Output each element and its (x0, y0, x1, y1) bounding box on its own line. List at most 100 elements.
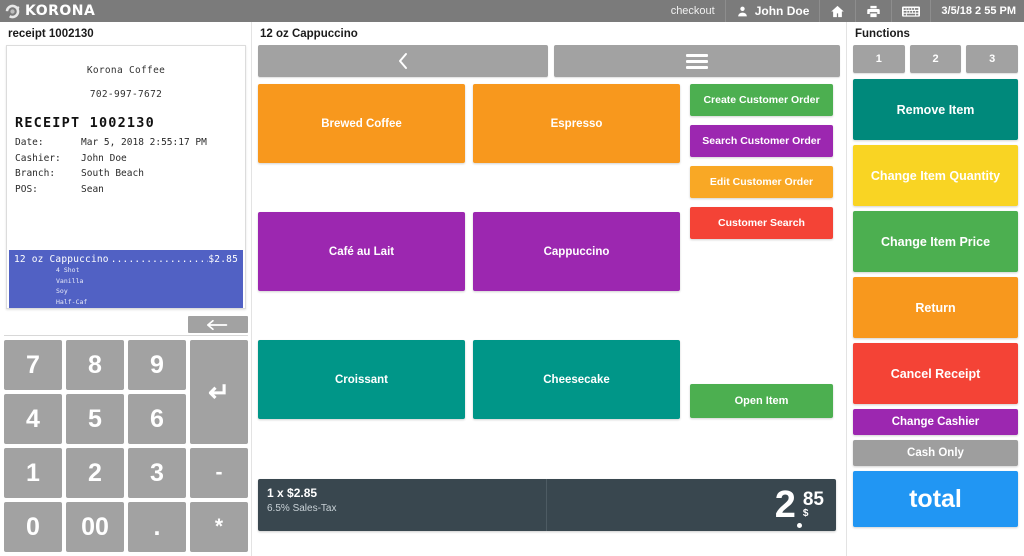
price-currency: $ (802, 508, 809, 519)
tax-line: 6.5% Sales-Tax (267, 503, 337, 514)
receipt-phone: 702-997-7672 (89, 89, 163, 100)
receipt-line-modifier: Half-Caf (56, 297, 88, 306)
cancel-receipt-button[interactable]: Cancel Receipt (853, 343, 1018, 404)
price-display: 2 85 $ (775, 479, 836, 531)
receipt-line-dots: ................. (110, 254, 209, 265)
key-3[interactable]: 3 (128, 448, 186, 498)
user-icon (736, 5, 749, 18)
receipt-header: Korona Coffee 702-997-7672 (7, 46, 245, 100)
numeric-keypad: 7 8 9 ↵ 4 5 6 1 2 3 - 0 00 . * (0, 316, 252, 552)
product-row: Brewed Coffee Espresso (258, 84, 680, 163)
product-row: Croissant Cheesecake (258, 340, 680, 419)
top-bar-actions: checkout John Doe 3/5/18 2 55 PM (661, 0, 1024, 22)
product-tile-espresso[interactable]: Espresso (473, 84, 680, 163)
receipt-column: receipt 1002130 Korona Coffee 702-997-76… (0, 22, 252, 556)
key-decimal[interactable]: . (128, 502, 186, 552)
product-tile-croissant[interactable]: Croissant (258, 340, 465, 419)
home-button[interactable] (819, 0, 855, 22)
datetime-display: 3/5/18 2 55 PM (930, 0, 1024, 22)
product-row: Café au Lait Cappuccino (258, 212, 680, 291)
key-8[interactable]: 8 (66, 340, 124, 390)
key-4[interactable]: 4 (4, 394, 62, 444)
keypad-backspace-button[interactable] (188, 316, 248, 333)
back-button[interactable] (258, 45, 548, 77)
brand: KORONA (0, 3, 95, 20)
key-6[interactable]: 6 (128, 394, 186, 444)
keyboard-button[interactable] (891, 0, 930, 22)
key-minus[interactable]: - (190, 448, 248, 498)
customer-search-button[interactable]: Customer Search (690, 207, 833, 239)
receipt-store-name: Korona Coffee (86, 65, 166, 76)
product-tile-cafe-au-lait[interactable]: Café au Lait (258, 212, 465, 291)
product-tile-cappuccino[interactable]: Cappuccino (473, 212, 680, 291)
receipt-line-name: 12 oz Cappuccino (14, 254, 109, 265)
change-item-quantity-button[interactable]: Change Item Quantity (853, 145, 1018, 206)
hamburger-menu-icon (686, 53, 708, 69)
key-0[interactable]: 0 (4, 502, 62, 552)
receipt-meta-key: Date: (15, 137, 44, 148)
chevron-left-icon (399, 53, 407, 69)
return-button[interactable]: Return (853, 277, 1018, 338)
key-5[interactable]: 5 (66, 394, 124, 444)
printer-icon (866, 4, 881, 19)
product-tile-cheesecake[interactable]: Cheesecake (473, 340, 680, 419)
home-icon (830, 4, 845, 19)
user-name: John Doe (754, 4, 810, 18)
receipt-meta-key: Branch: (15, 168, 56, 179)
product-tile-brewed-coffee[interactable]: Brewed Coffee (258, 84, 465, 163)
receipt-line-item-selected[interactable]: 12 oz Cappuccino ................. $2.85… (9, 250, 243, 308)
receipt-meta-value: Mar 5, 2018 2:55:17 PM (81, 137, 207, 148)
key-1[interactable]: 1 (4, 448, 62, 498)
open-item-button[interactable]: Open Item (690, 384, 833, 418)
customer-actions: Create Customer Order Search Customer Or… (690, 84, 840, 248)
key-double-zero[interactable]: 00 (66, 502, 124, 552)
receipt-meta: Date: Mar 5, 2018 2:55:17 PM Cashier: Jo… (15, 135, 245, 197)
functions-tab-2[interactable]: 2 (909, 45, 962, 73)
price-integer: 2 (774, 484, 796, 526)
receipt-meta-value: Sean (81, 183, 104, 195)
receipt-meta-row: POS: Sean (15, 182, 245, 198)
keypad-top-row (0, 316, 252, 335)
key-9[interactable]: 9 (128, 340, 186, 390)
total-bar-left: 1 x $2.85 6.5% Sales-Tax (258, 479, 546, 531)
key-enter[interactable]: ↵ (190, 340, 248, 444)
center-nav-bar (252, 45, 846, 77)
functions-tab-1[interactable]: 1 (853, 45, 905, 73)
change-cashier-button[interactable]: Change Cashier (853, 409, 1018, 435)
menu-button[interactable] (554, 45, 840, 77)
receipt-panel-title: receipt 1002130 (8, 28, 94, 40)
keypad-grid: 7 8 9 ↵ 4 5 6 1 2 3 - 0 00 . * (0, 340, 252, 552)
create-customer-order-button[interactable]: Create Customer Order (690, 84, 833, 116)
edit-customer-order-button[interactable]: Edit Customer Order (690, 166, 833, 198)
korona-swirl-logo (5, 4, 20, 18)
receipt-meta-key: POS: (15, 183, 38, 195)
arrow-left-icon (207, 319, 228, 330)
price-stack: 85 $ (802, 490, 824, 519)
receipt-meta-row: Date: Mar 5, 2018 2:55:17 PM (15, 135, 245, 151)
receipt-line-main: 12 oz Cappuccino ................. $2.85 (14, 254, 238, 265)
receipt-meta-key: Cashier: (15, 152, 61, 164)
total-button[interactable]: total (853, 471, 1018, 527)
receipt-line-modifier: Vanilla (56, 276, 84, 285)
key-asterisk[interactable]: * (190, 502, 248, 552)
receipt-meta-row: Cashier: John Doe (15, 151, 245, 167)
brand-name: KORONA (25, 3, 96, 19)
remove-item-button[interactable]: Remove Item (853, 79, 1018, 140)
keypad-divider (4, 335, 248, 336)
print-button[interactable] (855, 0, 891, 22)
cash-only-button[interactable]: Cash Only (853, 440, 1018, 466)
change-item-price-button[interactable]: Change Item Price (853, 211, 1018, 272)
receipt-total-bar: 1 x $2.85 6.5% Sales-Tax 2 85 $ (258, 479, 836, 531)
functions-tab-3[interactable]: 3 (966, 45, 1019, 73)
receipt-meta-value: South Beach (81, 168, 144, 179)
receipt-preview[interactable]: Korona Coffee 702-997-7672 RECEIPT 10021… (6, 45, 246, 309)
key-7[interactable]: 7 (4, 340, 62, 390)
key-2[interactable]: 2 (66, 448, 124, 498)
price-dot (796, 523, 802, 528)
user-menu[interactable]: John Doe (724, 0, 820, 22)
search-customer-order-button[interactable]: Search Customer Order (690, 125, 833, 157)
receipt-line-modifier: Soy (56, 287, 68, 295)
center-column: 12 oz Cappuccino Brewed Coffee Espresso … (252, 22, 847, 556)
receipt-line-modifier: 4 Shot (56, 266, 80, 274)
functions-panel-title: Functions (855, 28, 910, 40)
